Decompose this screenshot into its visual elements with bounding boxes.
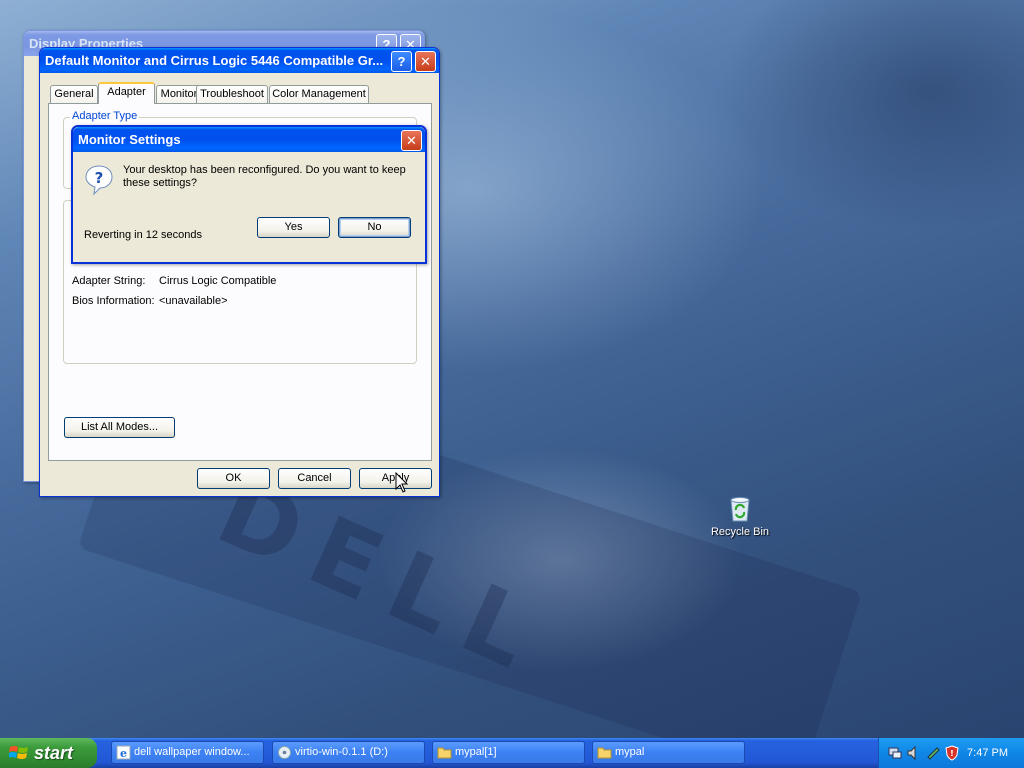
tray-security-shield-icon[interactable]: !	[944, 745, 960, 761]
taskbar-button-label: virtio-win-0.1.1 (D:)	[295, 746, 388, 758]
svg-text:!: !	[950, 749, 954, 758]
monitor-settings-dialog[interactable]: Monitor Settings ✕ ? Your desktop has be…	[71, 125, 427, 264]
taskbar-button-label: dell wallpaper window...	[134, 746, 250, 758]
adapter-string-label: Adapter String:	[72, 275, 146, 287]
recycle-bin-icon	[730, 497, 750, 522]
close-button[interactable]: ✕	[415, 51, 436, 72]
adapter-type-label: Adapter Type	[70, 110, 140, 122]
list-all-modes-button[interactable]: List All Modes...	[64, 417, 175, 438]
monitor-settings-title: Monitor Settings	[78, 132, 181, 147]
ok-button[interactable]: OK	[197, 468, 270, 489]
monitor-settings-message: Your desktop has been reconfigured. Do y…	[123, 164, 406, 189]
folder-icon	[597, 747, 612, 759]
cd-drive-icon	[278, 746, 291, 759]
recycle-bin-desktop-icon[interactable]: Recycle Bin	[706, 492, 774, 538]
internet-explorer-icon: e	[116, 745, 131, 760]
taskbar-button-mypal1[interactable]: mypal[1]	[432, 741, 585, 764]
recycle-bin-label: Recycle Bin	[710, 526, 770, 538]
question-icon: ?	[85, 165, 113, 196]
tab-general[interactable]: General	[50, 85, 98, 103]
start-button[interactable]: start	[0, 738, 97, 768]
taskbar-button-label: mypal[1]	[455, 746, 497, 758]
bios-information-label: Bios Information:	[72, 295, 155, 307]
yes-button[interactable]: Yes	[257, 217, 330, 238]
taskbar-button-label: mypal	[615, 746, 645, 758]
folder-icon	[437, 747, 452, 759]
adapter-properties-window[interactable]: Default Monitor and Cirrus Logic 5446 Co…	[39, 47, 440, 497]
bios-information-value: <unavailable>	[159, 295, 228, 307]
adapter-properties-titlebar[interactable]: Default Monitor and Cirrus Logic 5446 Co…	[40, 48, 439, 73]
system-tray: ! 7:47 PM	[878, 738, 1024, 768]
tray-volume-icon[interactable]	[906, 745, 922, 761]
help-button[interactable]: ?	[391, 51, 412, 72]
tab-color-management[interactable]: Color Management	[269, 85, 369, 103]
tray-network-icon[interactable]	[887, 745, 903, 761]
taskbar-button-dell-wallpaper[interactable]: e dell wallpaper window...	[111, 741, 264, 764]
mouse-cursor-icon	[395, 472, 409, 493]
taskbar-button-virtio-win[interactable]: virtio-win-0.1.1 (D:)	[272, 741, 425, 764]
start-label: start	[34, 743, 74, 763]
monitor-settings-titlebar[interactable]: Monitor Settings ✕	[73, 127, 425, 152]
tab-adapter[interactable]: Adapter	[98, 82, 155, 104]
no-button[interactable]: No	[338, 217, 411, 238]
adapter-string-value: Cirrus Logic Compatible	[159, 275, 277, 287]
taskbar-button-mypal[interactable]: mypal	[592, 741, 745, 764]
revert-countdown: Reverting in 12 seconds	[84, 229, 203, 241]
cancel-button[interactable]: Cancel	[278, 468, 351, 489]
svg-text:?: ?	[95, 169, 104, 187]
clock[interactable]: 7:47 PM	[967, 738, 1008, 768]
tray-safely-remove-icon[interactable]	[925, 745, 941, 761]
svg-text:e: e	[120, 747, 127, 760]
close-button[interactable]: ✕	[401, 130, 422, 151]
taskbar: start e dell wallpaper window... virtio-…	[0, 738, 1024, 768]
windows-logo-icon	[9, 746, 28, 759]
adapter-properties-title: Default Monitor and Cirrus Logic 5446 Co…	[45, 53, 384, 68]
tab-troubleshoot[interactable]: Troubleshoot	[196, 85, 268, 103]
